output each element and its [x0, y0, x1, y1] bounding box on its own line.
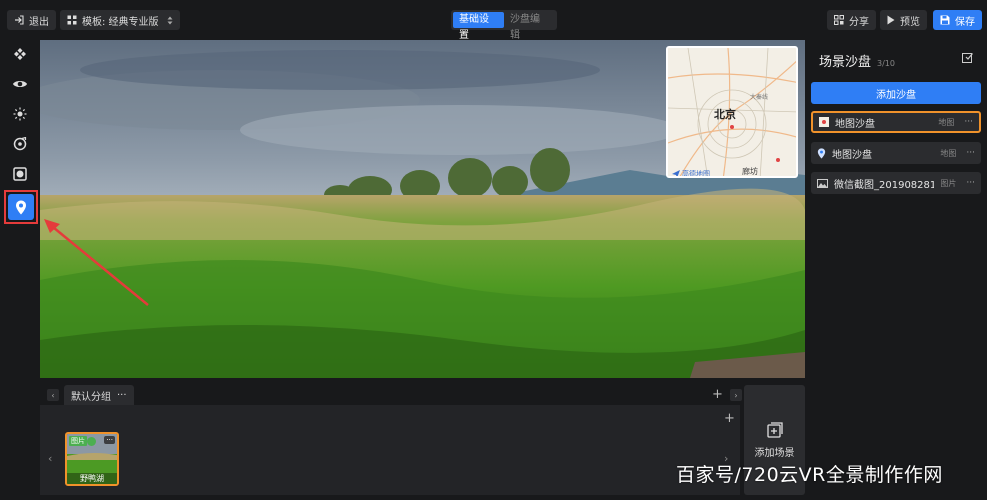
map-pin-icon — [817, 147, 826, 159]
exit-label: 退出 — [29, 16, 49, 28]
sandbox-item[interactable]: 地图沙盘 地图 ··· — [811, 111, 981, 133]
map-thumb-icon — [819, 117, 829, 127]
template-label: 模板: 经典专业版 — [82, 16, 159, 28]
watermark: 百家号/720云VR全景制作作网 — [676, 464, 943, 486]
thumb-label: 野鸭湖 — [67, 473, 117, 484]
thumb-more-icon[interactable]: ··· — [104, 436, 115, 444]
save-button[interactable]: 保存 — [933, 10, 982, 30]
grid-icon — [67, 15, 77, 25]
sandbox-item-more-icon[interactable]: ··· — [966, 178, 975, 188]
sandbox-item-more-icon[interactable]: ··· — [966, 148, 975, 158]
add-sandbox-button[interactable]: 添加沙盘 — [811, 82, 981, 104]
image-icon — [817, 178, 828, 188]
sandbox-item-more-icon[interactable]: ··· — [964, 117, 973, 127]
panel-count: 3/10 — [877, 59, 895, 68]
add-group-icon[interactable]: + — [712, 387, 723, 402]
sandbox-item-name: 地图沙盘 — [832, 149, 872, 161]
rail-item-music[interactable] — [8, 132, 32, 156]
rail-item-hotspot[interactable] — [8, 42, 32, 66]
scene-thumbnail[interactable]: 图片 ··· 野鸭湖 — [65, 432, 119, 486]
top-bar: 退出 模板: 经典专业版 基础设置 沙盘编辑 分享 预览 保存 — [0, 0, 987, 41]
eye-icon — [12, 78, 28, 90]
template-select[interactable]: 模板: 经典专业版 — [60, 10, 180, 30]
sandbox-item-name: 微信截图_201908281... — [834, 179, 935, 191]
rail-item-sandbox-active — [8, 194, 34, 220]
chevron-right-icon: › — [734, 390, 738, 400]
exit-icon — [14, 15, 24, 25]
rail-item-view[interactable] — [8, 72, 32, 96]
rail-item-light[interactable] — [8, 102, 32, 126]
check-icon — [87, 437, 96, 446]
tool-rail — [0, 40, 40, 500]
save-icon — [940, 15, 950, 25]
share-label: 分享 — [849, 16, 869, 28]
sandbox-item-type: 地图 — [938, 117, 955, 127]
mode-tabs: 基础设置 沙盘编辑 — [451, 10, 557, 41]
exit-button[interactable]: 退出 — [7, 10, 56, 30]
save-label: 保存 — [955, 16, 975, 28]
mask-icon — [13, 167, 27, 181]
sandbox-item-type: 地图 — [940, 148, 957, 158]
amap-logo-icon — [672, 170, 680, 176]
preview-button[interactable]: 预览 — [880, 10, 927, 30]
map-brand-label: 高德地图 — [682, 170, 710, 178]
share-icon — [834, 15, 844, 25]
map-road-label: 大秦线 — [750, 94, 769, 101]
rail-item-sandbox[interactable] — [4, 190, 38, 224]
map-sub-label: 廊坊 — [742, 167, 758, 176]
tab-sandbox-edit[interactable]: 沙盘编辑 — [504, 12, 555, 41]
panorama-view[interactable]: 北京 大秦线 廊坊 高德地图 — [40, 40, 805, 378]
group-tab-label: 默认分组 — [71, 391, 111, 403]
panel-title-label: 场景沙盘 — [819, 55, 872, 70]
sandbox-minimap[interactable]: 北京 大秦线 廊坊 高德地图 — [666, 46, 798, 178]
sandbox-panel: 场景沙盘 3/10 添加沙盘 地图沙盘 地图 ··· 地图沙盘 地图 ··· 微… — [811, 40, 987, 500]
play-icon — [887, 15, 895, 25]
map-brand: 高德地图 — [672, 169, 710, 178]
add-scene-icon — [766, 421, 783, 438]
group-prev-button[interactable]: ‹ — [47, 389, 59, 401]
chevron-left-icon: ‹ — [51, 390, 55, 400]
sandbox-item-type: 图片 — [940, 178, 957, 188]
thumb-type-badge: 图片 — [69, 436, 87, 446]
preview-label: 预览 — [900, 16, 920, 28]
group-tab[interactable]: 默认分组 ··· — [64, 385, 134, 405]
share-button[interactable]: 分享 — [827, 10, 876, 30]
add-sandbox-label: 添加沙盘 — [876, 89, 916, 101]
sandbox-item-name: 地图沙盘 — [835, 118, 875, 130]
add-scene-small-icon[interactable]: + — [724, 411, 735, 426]
sandbox-item[interactable]: 地图沙盘 地图 ··· — [811, 142, 981, 164]
group-more-icon[interactable]: ··· — [117, 390, 127, 401]
sun-icon — [13, 107, 27, 121]
tab-basic-settings[interactable]: 基础设置 — [453, 12, 504, 41]
group-next-button[interactable]: › — [730, 389, 742, 401]
hotspot-icon — [13, 47, 27, 61]
annotation-arrow — [44, 219, 149, 306]
map-pin-icon — [15, 200, 27, 215]
add-scene-label: 添加场景 — [754, 447, 795, 459]
scene-strip — [40, 405, 740, 495]
scroll-left-icon[interactable]: ‹ — [48, 452, 52, 465]
music-icon — [13, 137, 27, 151]
sort-arrows-icon — [167, 16, 173, 25]
edit-icon[interactable] — [962, 52, 973, 63]
panel-title: 场景沙盘 3/10 — [819, 51, 895, 70]
sandbox-item[interactable]: 微信截图_201908281... 图片 ··· — [811, 172, 981, 194]
map-city-label: 北京 — [714, 108, 736, 121]
rail-item-mask[interactable] — [8, 162, 32, 186]
